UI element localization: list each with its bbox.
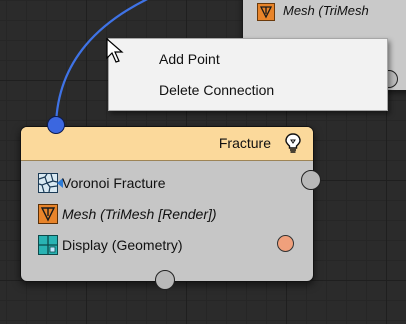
lightbulb-icon[interactable] — [283, 132, 303, 154]
mesh-icon — [257, 3, 275, 21]
node-header[interactable]: Fracture — [21, 127, 313, 161]
display-port[interactable] — [277, 235, 294, 252]
node-bottom-port[interactable] — [155, 270, 175, 290]
context-menu: Add Point Delete Connection — [108, 38, 388, 111]
menu-item-delete-connection[interactable]: Delete Connection — [159, 82, 274, 98]
node-row-label: Display (Geometry) — [62, 237, 183, 253]
node-row-label: Voronoi Fracture — [62, 175, 166, 191]
background-node-row-label: Mesh (TriMesh — [283, 3, 369, 18]
node-row-label: Mesh (TriMesh [Render]) — [62, 206, 217, 222]
node-row-display[interactable]: Display (Geometry) — [38, 234, 308, 256]
node-input-port[interactable] — [47, 116, 65, 134]
menu-item-add-point[interactable]: Add Point — [159, 51, 220, 67]
cursor-icon — [106, 38, 124, 63]
node-row-voronoi[interactable]: Voronoi Fracture — [38, 172, 308, 194]
fracture-node[interactable]: Fracture Voronoi Fracture Mesh (TriMesh … — [20, 126, 314, 282]
voronoi-output-port[interactable] — [301, 170, 321, 190]
node-row-mesh[interactable]: Mesh (TriMesh [Render]) — [38, 203, 308, 225]
voronoi-icon — [38, 173, 58, 193]
mesh-icon — [38, 204, 58, 224]
display-icon — [38, 235, 58, 255]
node-title: Fracture — [218, 135, 271, 151]
